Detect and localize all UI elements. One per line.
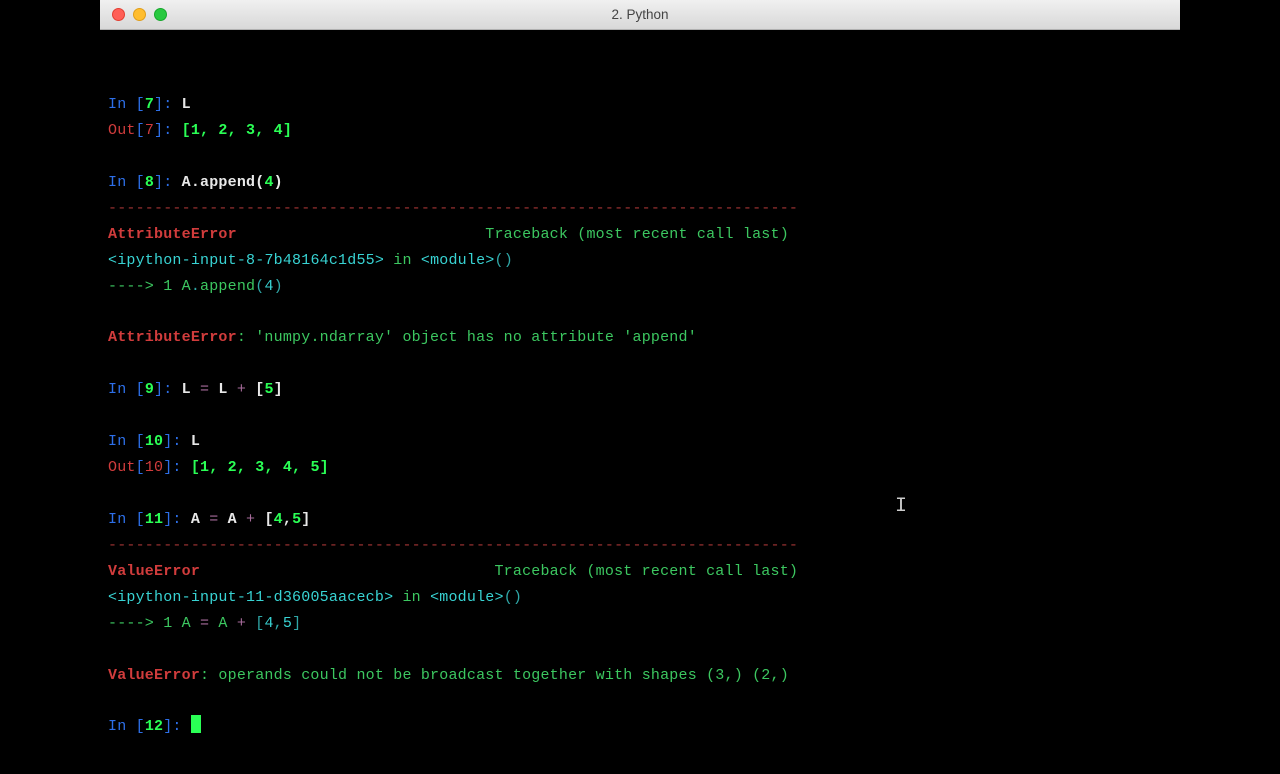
terminal-window: 2. Python In [7]: L Out[7]: [1, 2, 3, 4]… xyxy=(100,0,1180,774)
in-prompt: In xyxy=(108,381,136,398)
window-title: 2. Python xyxy=(611,7,668,22)
minimize-icon[interactable] xyxy=(133,8,146,21)
terminal-cursor xyxy=(191,715,201,733)
in-prompt: In xyxy=(108,174,136,191)
error-divider: ----------------------------------------… xyxy=(108,200,798,217)
zoom-icon[interactable] xyxy=(154,8,167,21)
in-prompt: In xyxy=(108,433,136,450)
in-prompt: In xyxy=(108,96,136,113)
error-name: ValueError xyxy=(108,667,200,684)
terminal-body[interactable]: In [7]: L Out[7]: [1, 2, 3, 4] In [8]: A… xyxy=(100,30,1180,774)
out-prompt: Out xyxy=(108,459,136,476)
in-prompt: In xyxy=(108,511,136,528)
out-prompt: Out xyxy=(108,122,136,139)
error-name: AttributeError xyxy=(108,226,237,243)
in-prompt: In xyxy=(108,718,136,735)
error-name: AttributeError xyxy=(108,329,237,346)
titlebar: 2. Python xyxy=(100,0,1180,30)
error-name: ValueError xyxy=(108,563,200,580)
error-divider: ----------------------------------------… xyxy=(108,537,798,554)
close-icon[interactable] xyxy=(112,8,125,21)
traffic-lights xyxy=(112,8,167,21)
